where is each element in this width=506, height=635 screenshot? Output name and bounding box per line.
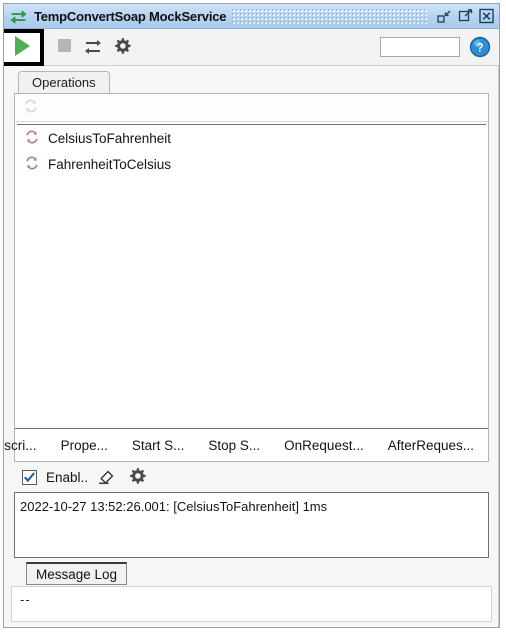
tab-operations[interactable]: Operations xyxy=(18,71,110,93)
list-item[interactable]: FahrenheitToCelsius xyxy=(17,151,486,177)
stop-script-button[interactable]: Stop S... xyxy=(196,431,272,459)
operation-icon xyxy=(24,129,40,148)
window-title: TempConvertSoap MockService xyxy=(34,8,227,24)
operations-panel: CelsiusToFahrenheit FahrenheitToCelsius xyxy=(4,93,489,462)
maximize-button[interactable] xyxy=(455,7,475,26)
options-button[interactable] xyxy=(80,34,106,60)
list-item[interactable]: CelsiusToFahrenheit xyxy=(17,125,486,151)
log-controls-row: Enabl.. xyxy=(4,462,499,492)
list-item-label: CelsiusToFahrenheit xyxy=(48,130,172,146)
onrequest-script-button[interactable]: OnRequest... xyxy=(272,431,376,459)
application-window: TempConvertSoap MockService ? Operations… xyxy=(3,3,500,628)
settings-button[interactable] xyxy=(109,34,135,60)
svg-text:?: ? xyxy=(476,43,483,55)
message-log-box[interactable]: 2022-10-27 13:52:26.001: [CelsiusToFahre… xyxy=(14,492,489,558)
eraser-icon[interactable] xyxy=(97,466,116,488)
sliders-icon xyxy=(84,37,102,58)
title-bar: TempConvertSoap MockService xyxy=(4,4,499,29)
operations-list[interactable]: CelsiusToFahrenheit FahrenheitToCelsius xyxy=(17,124,486,428)
help-icon[interactable]: ? xyxy=(469,36,491,58)
tab-operations-label: Operations xyxy=(32,75,96,90)
operations-tab-strip: Operations xyxy=(18,71,499,93)
play-icon xyxy=(12,35,32,60)
afterrequest-script-button[interactable]: AfterReques... xyxy=(376,431,486,459)
description-button[interactable]: Descri... xyxy=(4,431,49,459)
operations-action-buttons: Descri... Prope... Start S... Stop S... … xyxy=(4,428,488,461)
properties-button[interactable]: Prope... xyxy=(49,431,120,459)
stop-icon xyxy=(57,38,72,56)
status-bar: -- xyxy=(11,586,492,622)
content-area: Operations CelsiusToFahrenheit Fahrenhei… xyxy=(4,66,499,627)
checkmark-icon xyxy=(24,471,36,482)
tab-message-log[interactable]: Message Log xyxy=(26,562,128,585)
log-entry: 2022-10-27 13:52:26.001: [CelsiusToFahre… xyxy=(20,499,328,514)
status-text: -- xyxy=(20,592,31,607)
stop-button[interactable] xyxy=(51,34,77,60)
main-toolbar: ? xyxy=(4,28,499,66)
titlebar-drag-grip[interactable] xyxy=(232,8,427,24)
enable-log-checkbox[interactable] xyxy=(22,469,37,485)
exchange-arrows-icon xyxy=(10,8,27,25)
start-script-button[interactable]: Start S... xyxy=(120,431,197,459)
toolbar-text-field[interactable] xyxy=(380,37,460,57)
tab-message-log-label: Message Log xyxy=(36,566,118,582)
bottom-tab-strip: Message Log xyxy=(4,558,499,586)
operations-list-toolbar xyxy=(15,94,488,122)
run-button[interactable] xyxy=(4,28,44,66)
refresh-operation-icon[interactable] xyxy=(23,98,39,117)
list-item-label: FahrenheitToCelsius xyxy=(48,156,172,172)
enable-log-label: Enabl.. xyxy=(46,469,89,485)
gear-icon xyxy=(113,37,131,58)
minimize-button[interactable] xyxy=(434,7,454,26)
right-edge-divider xyxy=(498,66,499,627)
log-settings-gear-icon[interactable] xyxy=(128,467,146,488)
operation-icon xyxy=(24,155,40,174)
close-button[interactable] xyxy=(476,7,496,26)
